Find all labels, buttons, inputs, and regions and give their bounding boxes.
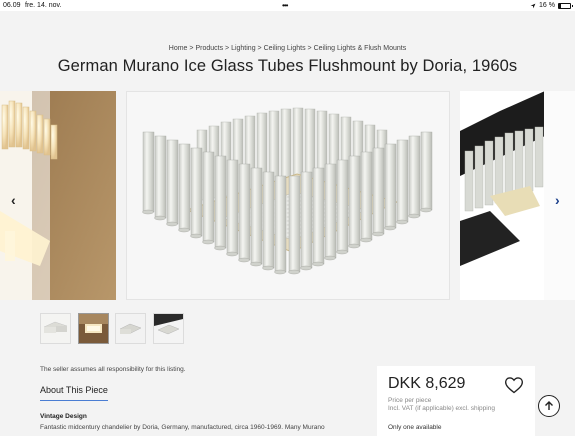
thumbnail-image bbox=[154, 314, 183, 343]
breadcrumb-home[interactable]: Home bbox=[169, 45, 188, 52]
battery-percentage: 16 % bbox=[539, 2, 555, 9]
battery-icon bbox=[558, 2, 573, 9]
breadcrumb: Home > Products > Lighting > Ceiling Lig… bbox=[0, 45, 575, 52]
breadcrumb-lighting[interactable]: Lighting bbox=[231, 45, 256, 52]
thumbnail-3[interactable] bbox=[115, 313, 146, 344]
about-this-piece-tab[interactable]: About This Piece bbox=[40, 385, 108, 395]
availability: Only one available bbox=[388, 424, 442, 431]
chandelier-lit-image bbox=[0, 91, 116, 300]
price-card: DKK 8,629 Price per piece Incl. VAT (if … bbox=[377, 366, 535, 436]
breadcrumb-separator: > bbox=[305, 45, 314, 52]
gallery-image-previous[interactable] bbox=[0, 91, 116, 300]
product-description: Fantastic midcentury chandelier by Doria… bbox=[40, 424, 325, 431]
chandelier-main-image bbox=[127, 92, 449, 299]
status-time: 06.09 bbox=[3, 2, 21, 9]
breadcrumb-separator: > bbox=[223, 45, 232, 52]
arrow-up-icon bbox=[545, 401, 553, 410]
multitasking-dots-icon[interactable]: ••• bbox=[282, 0, 288, 11]
price-note: Price per piece bbox=[388, 397, 432, 404]
thumbnail-image bbox=[41, 314, 70, 343]
breadcrumb-separator: > bbox=[255, 45, 264, 52]
status-date: fre. 14. nov. bbox=[25, 2, 62, 9]
price: DKK 8,629 bbox=[388, 375, 466, 392]
gallery-image-main[interactable] bbox=[126, 91, 450, 300]
status-right: 16 % bbox=[530, 0, 573, 11]
location-arrow-icon bbox=[530, 3, 536, 8]
thumbnail-2[interactable] bbox=[78, 313, 109, 344]
status-bar: 06.09 fre. 14. nov. ••• 16 % bbox=[0, 0, 575, 11]
seller-responsibility-note: The seller assumes all responsibility fo… bbox=[40, 366, 186, 373]
scroll-to-top-button[interactable] bbox=[538, 395, 560, 417]
chevron-left-icon[interactable]: ‹ bbox=[11, 192, 16, 208]
thumbnail-image bbox=[116, 314, 145, 343]
breadcrumb-products[interactable]: Products bbox=[195, 45, 223, 52]
thumbnail-1[interactable] bbox=[40, 313, 71, 344]
breadcrumb-ceiling-lights[interactable]: Ceiling Lights bbox=[264, 45, 306, 52]
chevron-right-icon[interactable]: › bbox=[555, 192, 560, 208]
vat-note: Incl. VAT (if applicable) excl. shipping bbox=[388, 405, 495, 412]
product-title: German Murano Ice Glass Tubes Flushmount… bbox=[57, 57, 518, 75]
breadcrumb-flush-mounts[interactable]: Ceiling Lights & Flush Mounts bbox=[314, 45, 407, 52]
section-label: Vintage Design bbox=[40, 413, 87, 420]
thumbnail-image bbox=[79, 314, 108, 343]
active-tab-underline bbox=[40, 400, 108, 401]
heart-icon[interactable] bbox=[504, 375, 524, 395]
thumbnail-4[interactable] bbox=[153, 313, 184, 344]
